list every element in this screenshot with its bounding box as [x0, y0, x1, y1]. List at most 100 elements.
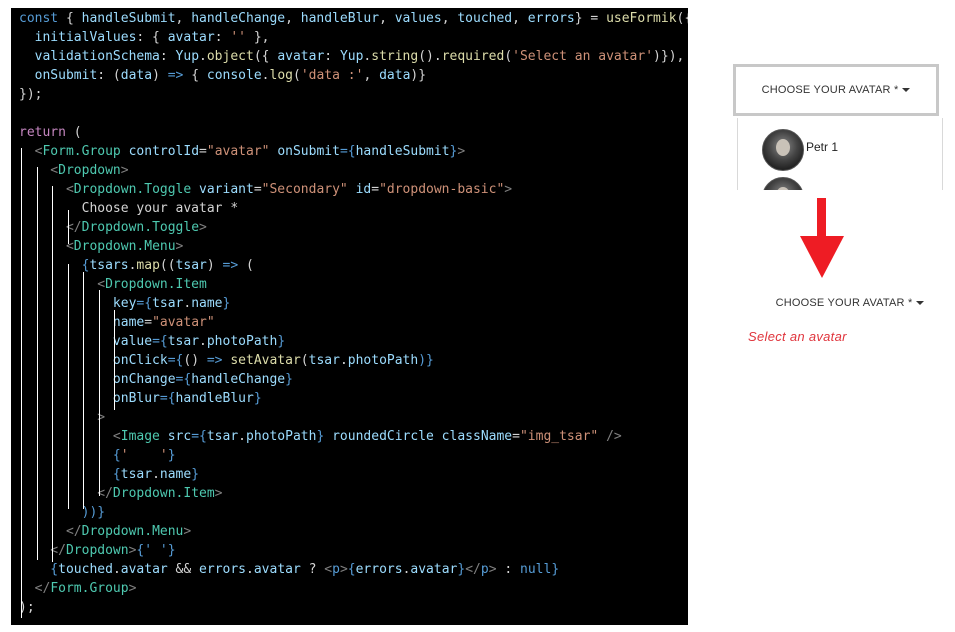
code-token: )}), — [653, 49, 685, 64]
code-token: handleSubmit — [355, 144, 450, 159]
code-token: Dropdown.Menu — [81, 524, 184, 539]
code-token: </ — [19, 524, 82, 539]
dropdown-item[interactable]: Petr 1 — [738, 118, 942, 173]
code-token: } — [222, 296, 231, 311]
code-token: ={ — [339, 144, 356, 159]
code-token: > — [457, 144, 466, 159]
code-token: ({ — [253, 49, 278, 64]
code-line: initialValues: { avatar: '' }, — [19, 28, 270, 47]
dropdown-toggle-top[interactable]: CHOOSE YOUR AVATAR * — [736, 67, 936, 113]
code-token: photoPath — [206, 334, 278, 349]
code-token: } — [167, 448, 176, 463]
code-token: ( — [300, 353, 309, 368]
code-token: avatar — [277, 49, 325, 64]
code-token: onClick — [19, 353, 168, 368]
code-token: < — [19, 277, 106, 292]
dropdown-menu: Petr 1 — [737, 118, 943, 190]
code-token: object — [206, 49, 254, 64]
code-token: </ — [465, 562, 481, 577]
code-token: < — [19, 239, 74, 254]
code-token: > — [175, 239, 184, 254]
code-token: : — [214, 30, 231, 45]
code-token: }, — [246, 30, 270, 45]
code-token: < — [19, 429, 121, 444]
code-token: "dropdown-basic" — [379, 182, 505, 197]
code-line: <Form.Group controlId="avatar" onSubmit=… — [19, 142, 466, 161]
indent-guide — [37, 167, 38, 560]
code-token: . — [261, 68, 270, 83]
code-token: '' — [230, 30, 246, 45]
code-token: onSubmit — [269, 144, 340, 159]
code-token: src — [159, 429, 192, 444]
code-token: errors — [199, 562, 247, 577]
code-token: id — [347, 182, 372, 197]
caret-down-icon — [902, 88, 911, 92]
code-token: tsars — [89, 258, 129, 273]
code-token: tsar — [206, 429, 239, 444]
indent-guide — [83, 272, 84, 509]
code-token: = — [144, 315, 153, 330]
code-token: </ — [19, 581, 51, 596]
code-token: Yup — [175, 49, 200, 64]
code-token: roundedCircle — [324, 429, 434, 444]
code-token: < — [19, 182, 74, 197]
code-token: . — [112, 562, 121, 577]
code-line: ))} — [19, 503, 105, 522]
dropdown-item[interactable] — [738, 173, 942, 190]
code-line: </Dropdown.Toggle> — [19, 218, 207, 237]
code-line: const { handleSubmit, handleChange, hand… — [19, 9, 688, 28]
code-token: ) — [206, 258, 223, 273]
code-token: onChange — [19, 372, 176, 387]
code-token: > — [183, 524, 192, 539]
code-token: , — [379, 11, 395, 26]
code-token: errors — [355, 562, 403, 577]
code-line: onClick={() => setAvatar(tsar.photoPath)… — [19, 351, 434, 370]
code-token: "avatar" — [152, 315, 215, 330]
code-token: values — [394, 11, 442, 26]
code-token: validationSchema — [19, 49, 160, 64]
code-token: avatar — [253, 562, 301, 577]
code-token: { — [183, 68, 207, 83]
code-token: </ — [19, 543, 66, 558]
code-line: {tsars.map((tsar) => ( — [19, 256, 254, 275]
code-token: > — [120, 163, 129, 178]
code-token: ({ — [676, 11, 688, 26]
code-token: Dropdown.Menu — [73, 239, 176, 254]
code-token: useFormik — [606, 11, 677, 26]
indent-guide — [68, 210, 69, 244]
code-token: > — [199, 220, 207, 235]
avatar-dropdown-open[interactable]: CHOOSE YOUR AVATAR * — [733, 64, 939, 116]
code-token: ' ' — [120, 448, 168, 463]
code-token: setAvatar — [230, 353, 301, 368]
avatar-image — [762, 129, 804, 171]
code-token: { — [19, 467, 121, 482]
code-token: => — [222, 258, 239, 273]
code-line: key={tsar.name} — [19, 294, 230, 313]
code-token: tsar — [120, 467, 153, 482]
code-token: handleChange — [191, 372, 286, 387]
code-token: => — [167, 68, 184, 83]
code-token: {' '} — [136, 543, 176, 558]
code-token: () — [183, 353, 207, 368]
code-token: < — [19, 144, 43, 159]
indent-guide — [114, 310, 115, 410]
code-token: ? — [300, 562, 325, 577]
code-token: errors — [527, 11, 575, 26]
code-token: : ( — [97, 68, 121, 83]
code-line: {' '} — [19, 446, 176, 465]
dropdown-toggle-bottom[interactable]: CHOOSE YOUR AVATAR * — [760, 292, 940, 314]
code-token: p — [332, 562, 340, 577]
code-token: Dropdown.Toggle — [81, 220, 200, 235]
code-token: data — [120, 68, 153, 83]
code-token: } — [191, 467, 200, 482]
code-line: <Dropdown.Menu> — [19, 237, 183, 256]
code-token: . — [339, 353, 348, 368]
code-line: </Form.Group> — [19, 579, 137, 598]
code-line: </Dropdown.Menu> — [19, 522, 191, 541]
code-token: . — [199, 49, 207, 64]
code-token: . — [199, 334, 207, 349]
code-token: { — [19, 562, 59, 577]
code-token: } — [551, 562, 560, 577]
code-token: Form.Group — [50, 581, 129, 596]
code-token: (( — [159, 258, 176, 273]
